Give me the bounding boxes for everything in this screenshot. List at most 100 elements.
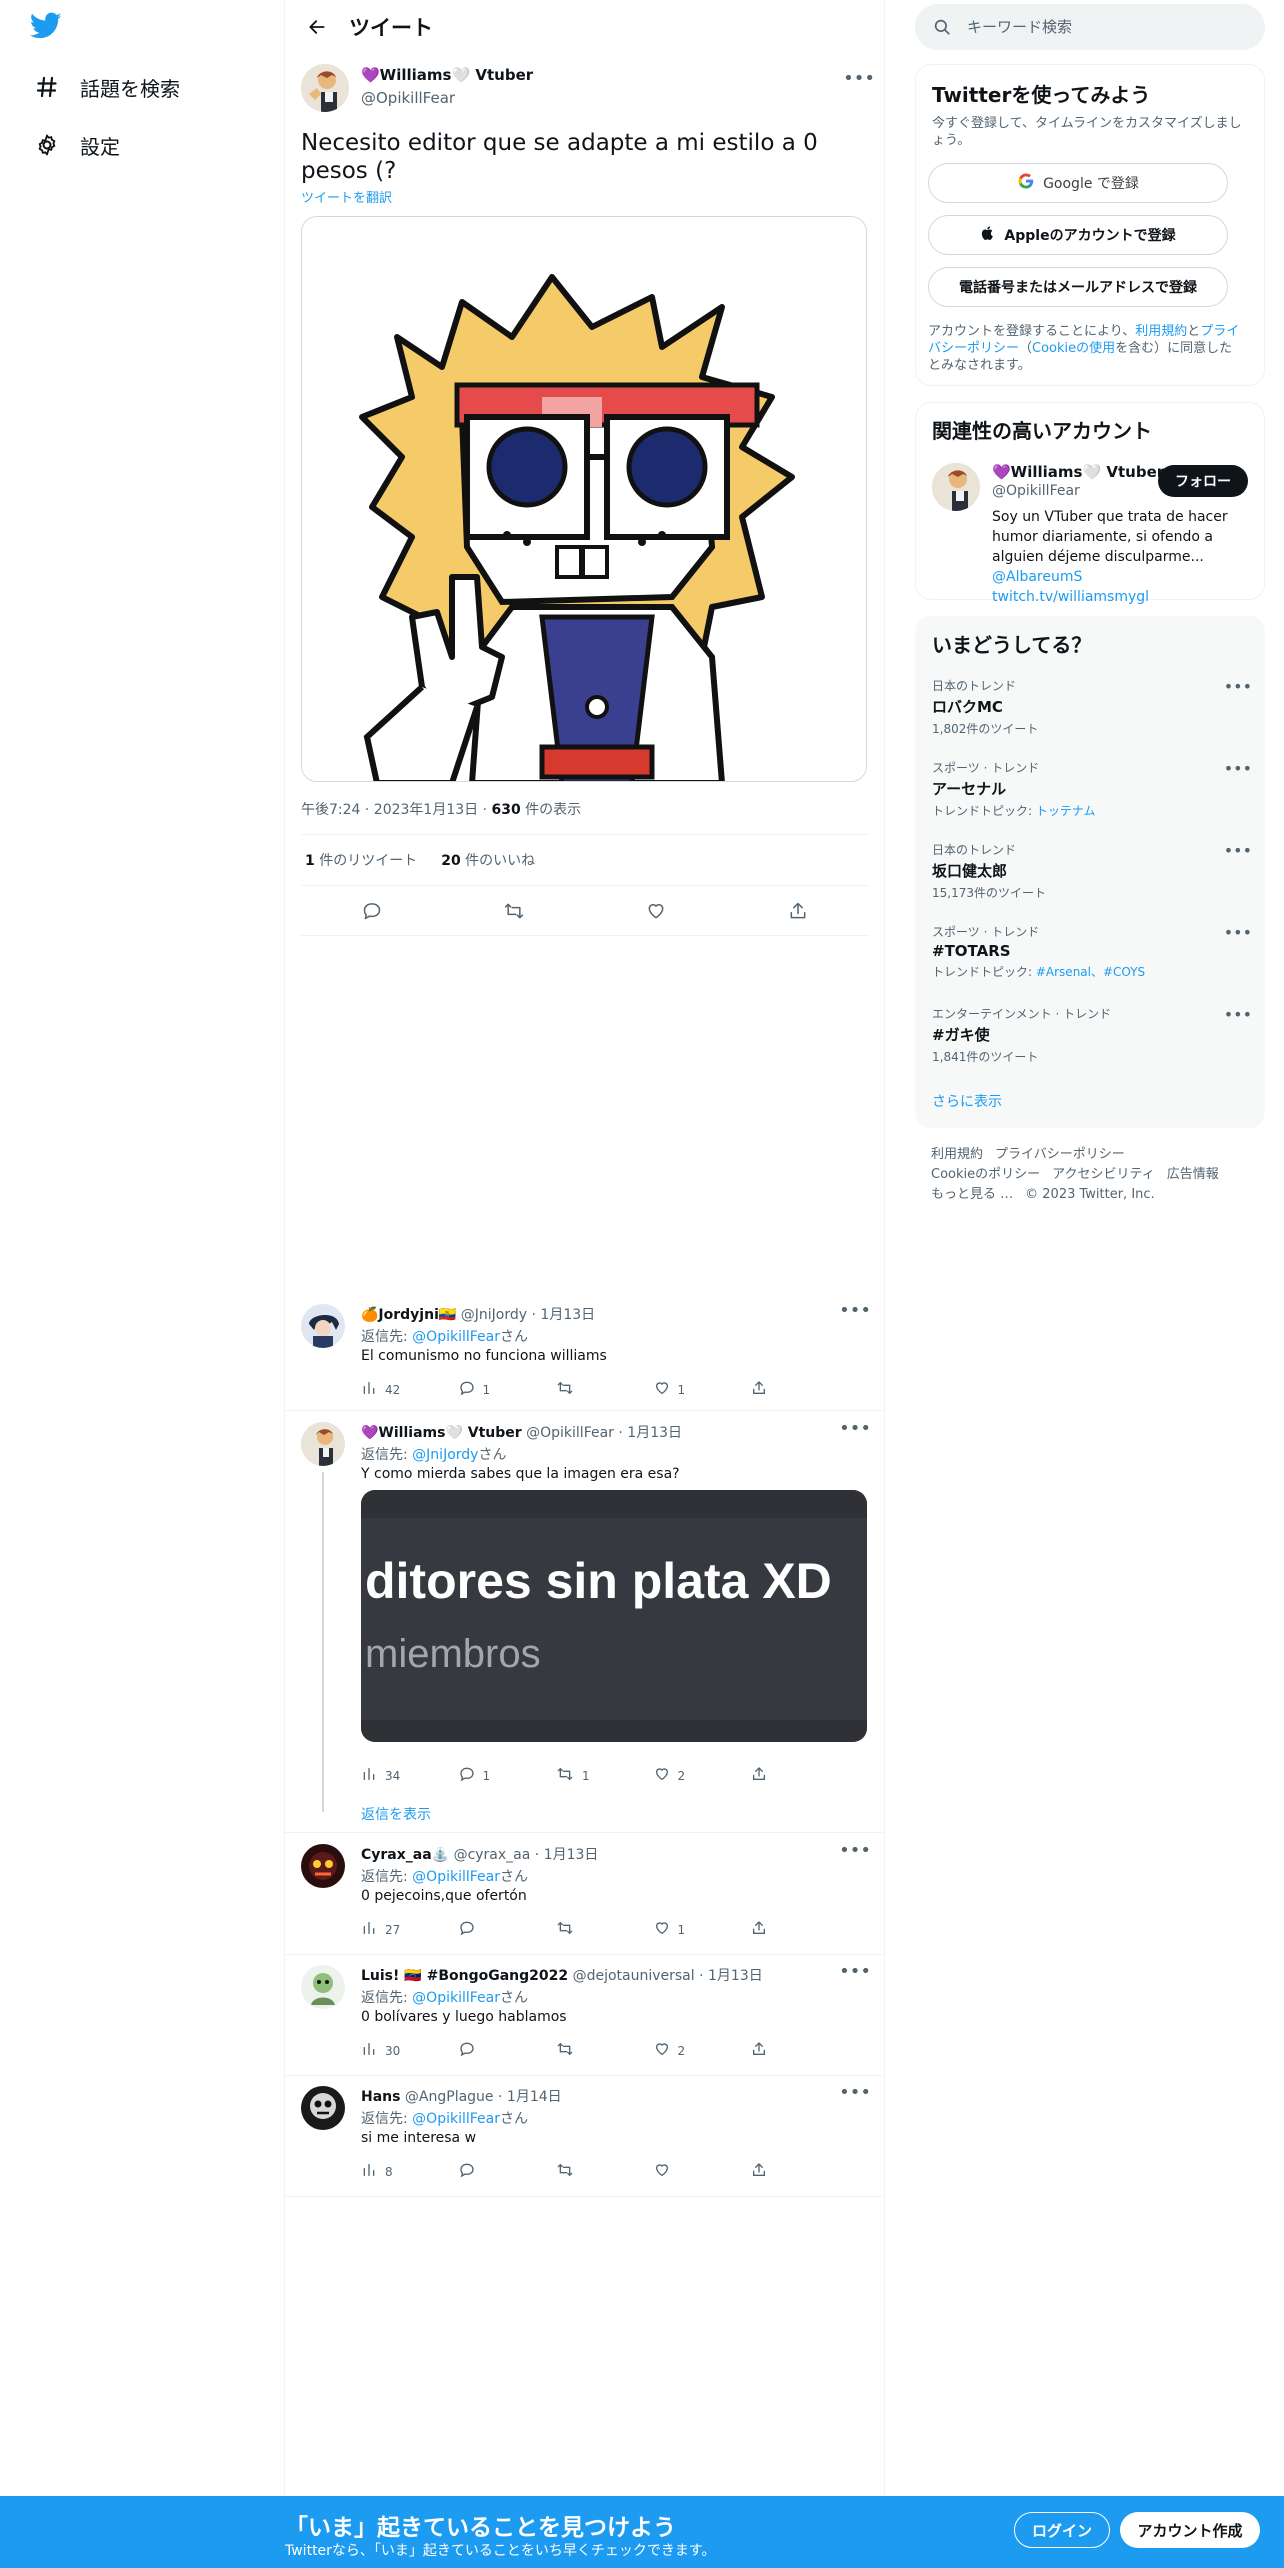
more-options-icon[interactable]: ••• xyxy=(1224,923,1252,942)
reply-button[interactable] xyxy=(459,2041,499,2060)
trend-topic-link[interactable]: #Arsenal、#COYS xyxy=(1036,965,1145,979)
reply-author-handle[interactable]: @AngPlague xyxy=(405,2089,494,2105)
login-button[interactable]: ログイン xyxy=(1014,2512,1110,2548)
reply-date[interactable]: 1月14日 xyxy=(507,2089,562,2105)
reply-avatar[interactable] xyxy=(301,1965,345,2009)
share-button[interactable] xyxy=(751,1380,791,1399)
reply-author-handle[interactable]: @dejotauniversal xyxy=(573,1968,695,1984)
translate-link[interactable]: ツイートを翻訳 xyxy=(301,187,392,206)
footer-terms-link[interactable]: 利用規約 xyxy=(931,1147,983,1162)
retweet-button[interactable] xyxy=(556,2041,596,2060)
reply-to-handle[interactable]: @OpikillFear xyxy=(412,2111,500,2127)
more-options-icon[interactable]: ••• xyxy=(839,1961,871,1982)
views-button[interactable]: 42 xyxy=(361,1380,401,1399)
reply-button[interactable]: 1 xyxy=(459,1766,499,1785)
share-button[interactable] xyxy=(751,2162,791,2181)
reply-avatar[interactable] xyxy=(301,2086,345,2130)
retweets-stat[interactable]: 1 件のリツイート xyxy=(305,850,417,870)
like-button[interactable]: 1 xyxy=(654,1380,694,1399)
reply-author-handle[interactable]: @cyrax_aa xyxy=(454,1847,531,1863)
reply-date[interactable]: 1月13日 xyxy=(627,1425,682,1441)
more-options-icon[interactable]: ••• xyxy=(839,1300,871,1321)
reply-avatar[interactable] xyxy=(301,1422,345,1466)
like-icon[interactable] xyxy=(641,896,671,926)
trend-topic-link[interactable]: トッテナム xyxy=(1036,804,1096,818)
more-options-icon[interactable]: ••• xyxy=(1224,677,1252,696)
retweet-icon[interactable] xyxy=(499,896,529,926)
retweet-button[interactable]: 1 xyxy=(556,1766,596,1785)
reply-image[interactable]: ditores sin plata XD miembros xyxy=(361,1490,867,1742)
tweet-image[interactable] xyxy=(301,216,867,782)
cookie-link[interactable]: Cookieの使用 xyxy=(1032,341,1115,356)
reply-to-handle[interactable]: @OpikillFear xyxy=(412,1869,500,1885)
more-options-icon[interactable]: ••• xyxy=(1224,759,1252,778)
search-box[interactable] xyxy=(915,4,1265,50)
reply-date[interactable]: 1月13日 xyxy=(708,1968,763,1984)
related-avatar[interactable] xyxy=(932,463,980,511)
reply-author-name[interactable]: 💜Williams🤍 Vtuber xyxy=(361,1425,522,1441)
author-handle[interactable]: @OpikillFear xyxy=(361,89,455,107)
bio-mention-link[interactable]: @AlbareumS xyxy=(992,569,1082,585)
reply-author-name[interactable]: Hans xyxy=(361,2089,400,2105)
views-button[interactable]: 30 xyxy=(361,2041,401,2060)
trend-item[interactable]: 日本のトレンド ロバクMC 1,802件のツイート ••• xyxy=(932,677,1252,737)
reply-author-name[interactable]: Cyrax_aa⛲ xyxy=(361,1847,449,1863)
twitter-logo-icon[interactable] xyxy=(29,12,66,48)
reply-date[interactable]: 1月13日 xyxy=(540,1307,595,1323)
reply-author-name[interactable]: Luis! 🇻🇪 #BongoGang2022 xyxy=(361,1968,568,1984)
retweet-button[interactable] xyxy=(556,1380,596,1399)
reply-button[interactable] xyxy=(459,2162,499,2181)
trend-item[interactable]: スポーツ · トレンド アーセナル トレンドトピック: トッテナム ••• xyxy=(932,759,1252,819)
retweet-button[interactable] xyxy=(556,2162,596,2181)
reply-author-handle[interactable]: @OpikillFear xyxy=(526,1425,614,1441)
reply-author-handle[interactable]: @JniJordy xyxy=(461,1307,527,1323)
nav-settings[interactable]: 設定 xyxy=(30,125,120,165)
create-account-button[interactable]: アカウント作成 xyxy=(1120,2512,1260,2548)
more-options-icon[interactable]: ••• xyxy=(843,66,875,90)
related-handle[interactable]: @OpikillFear xyxy=(992,483,1080,499)
apple-signup-button[interactable]: Appleのアカウントで登録 xyxy=(928,215,1228,255)
search-input[interactable] xyxy=(967,18,1237,36)
footer-more-link[interactable]: もっと見る … xyxy=(931,1187,1013,1202)
more-options-icon[interactable]: ••• xyxy=(1224,1005,1252,1024)
timestamp-text[interactable]: 午後7:24 · 2023年1月13日 · xyxy=(301,802,492,818)
like-button[interactable]: 2 xyxy=(654,2041,694,2060)
footer-cookie-link[interactable]: Cookieのポリシー xyxy=(931,1167,1040,1182)
reply-author-name[interactable]: 🍊Jordyjni🇪🇨 xyxy=(361,1307,456,1323)
bio-url-link[interactable]: twitch.tv/williamsmygl xyxy=(992,589,1149,605)
related-name[interactable]: 💜Williams🤍 Vtuber xyxy=(992,463,1164,481)
views-button[interactable]: 34 xyxy=(361,1766,401,1785)
like-button[interactable]: 1 xyxy=(654,1920,694,1939)
trend-item[interactable]: 日本のトレンド 坂口健太郎 15,173件のツイート ••• xyxy=(932,841,1252,901)
reply-avatar[interactable] xyxy=(301,1844,345,1888)
more-options-icon[interactable]: ••• xyxy=(839,1418,871,1439)
like-button[interactable] xyxy=(654,2162,694,2181)
retweet-button[interactable] xyxy=(556,1920,596,1939)
trend-item[interactable]: エンターテインメント · トレンド #ガキ使 1,841件のツイート ••• xyxy=(932,1005,1252,1065)
back-arrow-icon[interactable] xyxy=(297,7,337,47)
footer-accessibility-link[interactable]: アクセシビリティ xyxy=(1052,1167,1155,1182)
author-name[interactable]: 💜Williams🤍 Vtuber xyxy=(361,66,533,84)
reply-date[interactable]: 1月13日 xyxy=(544,1847,599,1863)
like-button[interactable]: 2 xyxy=(654,1766,694,1785)
phone-signup-button[interactable]: 電話番号またはメールアドレスで登録 xyxy=(928,267,1228,307)
trend-item[interactable]: スポーツ · トレンド #TOTARS トレンドトピック: #Arsenal、#… xyxy=(932,923,1252,980)
google-signup-button[interactable]: Google で登録 xyxy=(928,163,1228,203)
show-more-trends-link[interactable]: さらに表示 xyxy=(932,1091,1002,1111)
more-options-icon[interactable]: ••• xyxy=(839,1840,871,1861)
terms-link[interactable]: 利用規約 xyxy=(1135,324,1187,339)
more-options-icon[interactable]: ••• xyxy=(839,2082,871,2103)
footer-ads-link[interactable]: 広告情報 xyxy=(1167,1167,1219,1182)
share-button[interactable] xyxy=(751,1920,791,1939)
share-button[interactable] xyxy=(751,1766,791,1785)
reply-icon[interactable] xyxy=(357,896,387,926)
share-button[interactable] xyxy=(751,2041,791,2060)
reply-button[interactable] xyxy=(459,1920,499,1939)
views-button[interactable]: 27 xyxy=(361,1920,401,1939)
reply-button[interactable]: 1 xyxy=(459,1380,499,1399)
follow-button[interactable]: フォロー xyxy=(1158,465,1248,497)
show-replies-link[interactable]: 返信を表示 xyxy=(361,1804,431,1824)
likes-stat[interactable]: 20 件のいいね xyxy=(441,850,535,870)
reply-to-handle[interactable]: @OpikillFear xyxy=(412,1329,500,1345)
share-icon[interactable] xyxy=(783,896,813,926)
